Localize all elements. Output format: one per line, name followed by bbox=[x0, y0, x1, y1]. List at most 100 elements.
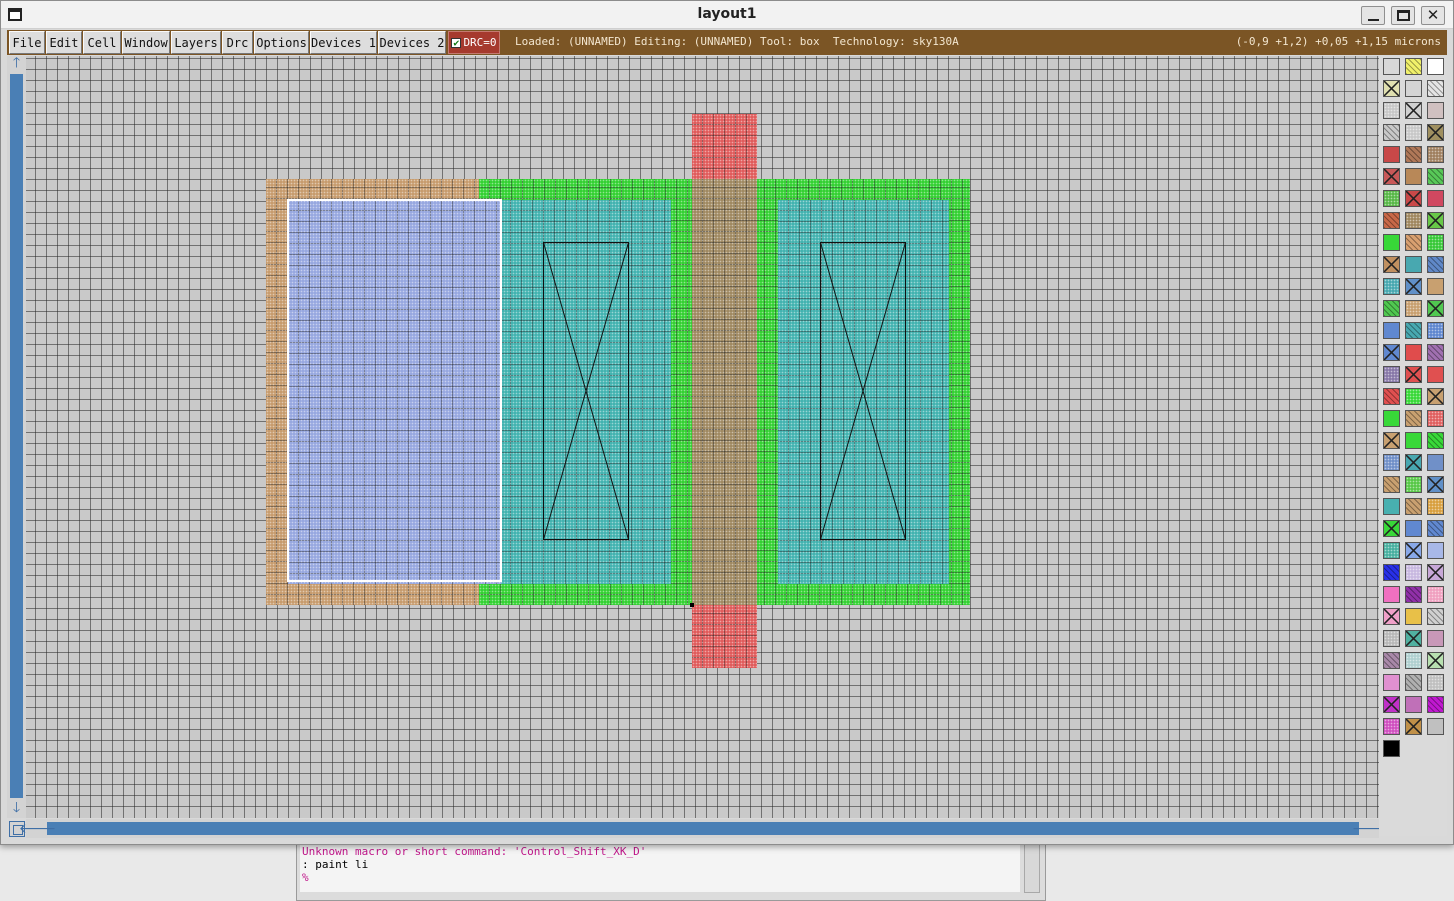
layer-swatch[interactable] bbox=[1427, 234, 1444, 251]
layer-swatch[interactable] bbox=[1405, 432, 1422, 449]
layer-swatch[interactable] bbox=[1383, 80, 1400, 97]
menu-cell[interactable]: Cell bbox=[83, 31, 121, 54]
layer-swatch[interactable] bbox=[1383, 630, 1400, 647]
vertical-scroll-thumb[interactable] bbox=[10, 74, 23, 798]
layer-swatch[interactable] bbox=[1405, 366, 1422, 383]
layer-swatch[interactable] bbox=[1383, 190, 1400, 207]
layer-swatch[interactable] bbox=[1427, 718, 1444, 735]
layer-swatch[interactable] bbox=[1383, 278, 1400, 295]
drc-checkbox[interactable]: ✔ bbox=[451, 37, 462, 48]
menu-edit[interactable]: Edit bbox=[46, 31, 82, 54]
layer-swatch[interactable] bbox=[1427, 476, 1444, 493]
layer-swatch[interactable] bbox=[1405, 718, 1422, 735]
layer-swatch[interactable] bbox=[1383, 674, 1400, 691]
layer-swatch[interactable] bbox=[1405, 564, 1422, 581]
layer-swatch[interactable] bbox=[1383, 410, 1400, 427]
layer-swatch[interactable] bbox=[1383, 256, 1400, 273]
layer-swatch[interactable] bbox=[1427, 300, 1444, 317]
menu-window[interactable]: Window bbox=[122, 31, 170, 54]
layer-swatch[interactable] bbox=[1405, 630, 1422, 647]
layer-swatch[interactable] bbox=[1427, 608, 1444, 625]
layer-swatch[interactable] bbox=[1427, 168, 1444, 185]
layer-swatch[interactable] bbox=[1383, 696, 1400, 713]
drc-status-button[interactable]: ✔ DRC=0 bbox=[448, 31, 500, 54]
layer-swatch[interactable] bbox=[1405, 586, 1422, 603]
layer-swatch[interactable] bbox=[1405, 388, 1422, 405]
layer-swatch[interactable] bbox=[1383, 366, 1400, 383]
layer-swatch[interactable] bbox=[1383, 102, 1400, 119]
layer-swatch[interactable] bbox=[1427, 80, 1444, 97]
layer-swatch[interactable] bbox=[1405, 520, 1422, 537]
minimize-button[interactable] bbox=[1361, 6, 1385, 25]
layer-swatch[interactable] bbox=[1427, 146, 1444, 163]
layer-swatch[interactable] bbox=[1383, 608, 1400, 625]
layer-swatch[interactable] bbox=[1427, 564, 1444, 581]
layer-swatch[interactable] bbox=[1427, 256, 1444, 273]
layer-swatch[interactable] bbox=[1405, 344, 1422, 361]
layer-swatch[interactable] bbox=[1405, 146, 1422, 163]
layer-swatch[interactable] bbox=[1405, 322, 1422, 339]
layer-swatch[interactable] bbox=[1405, 168, 1422, 185]
layer-swatch[interactable] bbox=[1427, 58, 1444, 75]
horizontal-scrollbar[interactable] bbox=[26, 819, 1379, 838]
layer-swatch[interactable] bbox=[1427, 454, 1444, 471]
layer-swatch[interactable] bbox=[1427, 652, 1444, 669]
layer-swatch[interactable] bbox=[1427, 674, 1444, 691]
layer-swatch[interactable] bbox=[1405, 476, 1422, 493]
scroll-right-arrow-icon[interactable]: 🡒 bbox=[1352, 820, 1390, 837]
close-button[interactable]: ✕ bbox=[1421, 6, 1445, 25]
layer-swatch[interactable] bbox=[1405, 256, 1422, 273]
layer-swatch[interactable] bbox=[1405, 498, 1422, 515]
layer-swatch[interactable] bbox=[1405, 80, 1422, 97]
layer-swatch[interactable] bbox=[1405, 124, 1422, 141]
menu-layers[interactable]: Layers bbox=[171, 31, 221, 54]
layer-swatch[interactable] bbox=[1427, 388, 1444, 405]
layer-swatch[interactable] bbox=[1427, 432, 1444, 449]
layer-swatch[interactable] bbox=[1405, 674, 1422, 691]
layer-swatch[interactable] bbox=[1427, 322, 1444, 339]
console-scrollbar[interactable] bbox=[1024, 843, 1040, 893]
layer-swatch[interactable] bbox=[1405, 652, 1422, 669]
scroll-up-arrow-icon[interactable]: 🡑 bbox=[7, 55, 26, 72]
layer-swatch[interactable] bbox=[1405, 454, 1422, 471]
menu-devices-2[interactable]: Devices 2 bbox=[378, 31, 446, 54]
scroll-down-arrow-icon[interactable]: 🡓 bbox=[7, 800, 26, 817]
layer-swatch[interactable] bbox=[1383, 432, 1400, 449]
layer-swatch[interactable] bbox=[1405, 608, 1422, 625]
layer-swatch[interactable] bbox=[1427, 366, 1444, 383]
layer-swatch[interactable] bbox=[1405, 234, 1422, 251]
layer-swatch[interactable] bbox=[1383, 344, 1400, 361]
layer-swatch[interactable] bbox=[1427, 630, 1444, 647]
horizontal-scroll-thumb[interactable] bbox=[47, 822, 1359, 835]
menu-options[interactable]: Options bbox=[254, 31, 309, 54]
layer-swatch[interactable] bbox=[1383, 146, 1400, 163]
layer-swatch[interactable] bbox=[1383, 718, 1400, 735]
layer-swatch[interactable] bbox=[1383, 542, 1400, 559]
layer-swatch[interactable] bbox=[1383, 322, 1400, 339]
layer-swatch[interactable] bbox=[1383, 234, 1400, 251]
layer-swatch[interactable] bbox=[1427, 520, 1444, 537]
layer-swatch[interactable] bbox=[1427, 102, 1444, 119]
layer-swatch[interactable] bbox=[1405, 278, 1422, 295]
menu-drc[interactable]: Drc bbox=[222, 31, 253, 54]
layer-swatch[interactable] bbox=[1405, 190, 1422, 207]
layer-swatch[interactable] bbox=[1383, 740, 1400, 757]
layer-swatch[interactable] bbox=[1405, 212, 1422, 229]
layer-swatch[interactable] bbox=[1405, 696, 1422, 713]
layer-swatch[interactable] bbox=[1405, 542, 1422, 559]
layer-swatch[interactable] bbox=[1383, 652, 1400, 669]
vertical-scrollbar[interactable] bbox=[7, 56, 26, 818]
scroll-left-arrow-icon[interactable]: 🡐 bbox=[19, 820, 57, 837]
layer-swatch[interactable] bbox=[1383, 124, 1400, 141]
layer-swatch[interactable] bbox=[1427, 542, 1444, 559]
layer-swatch[interactable] bbox=[1383, 454, 1400, 471]
layer-swatch[interactable] bbox=[1427, 410, 1444, 427]
layer-swatch[interactable] bbox=[1383, 58, 1400, 75]
layer-swatch[interactable] bbox=[1427, 344, 1444, 361]
menu-devices-1[interactable]: Devices 1 bbox=[310, 31, 377, 54]
layer-swatch[interactable] bbox=[1427, 696, 1444, 713]
layer-swatch[interactable] bbox=[1383, 388, 1400, 405]
layer-swatch[interactable] bbox=[1405, 300, 1422, 317]
layer-swatch[interactable] bbox=[1405, 58, 1422, 75]
layer-swatch[interactable] bbox=[1427, 190, 1444, 207]
